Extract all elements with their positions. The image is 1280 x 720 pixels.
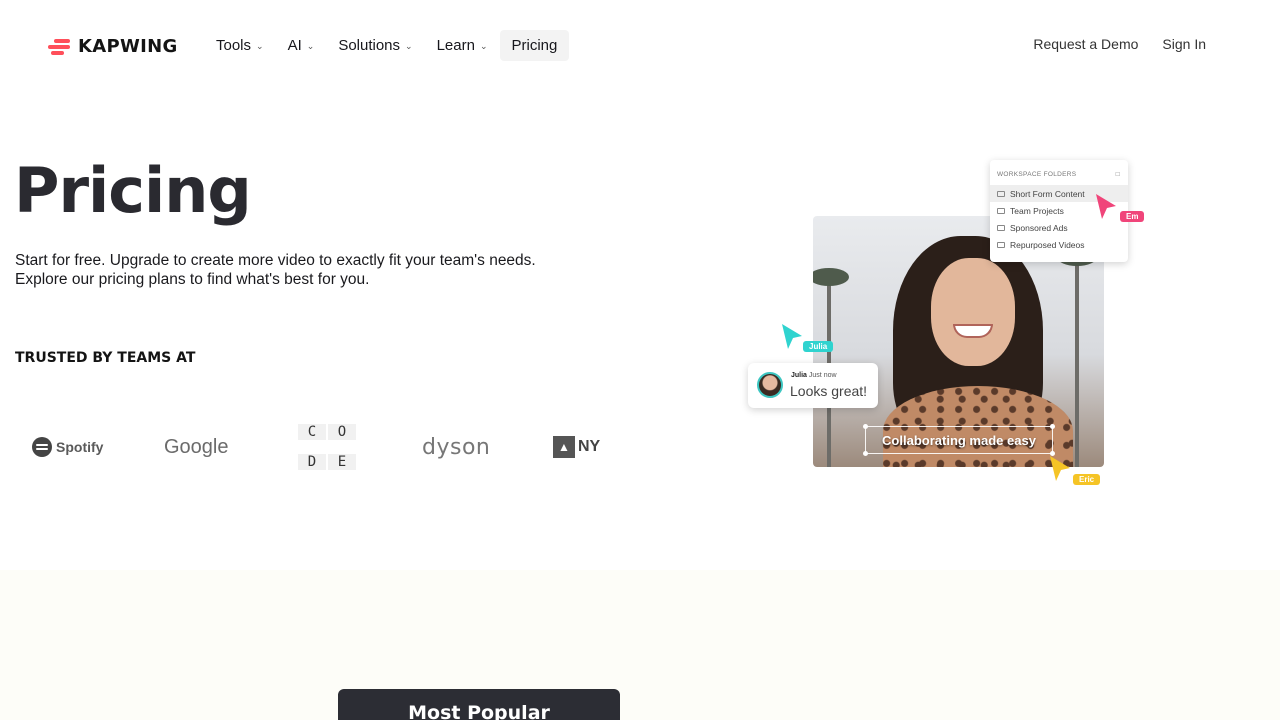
folder-icon bbox=[997, 241, 1005, 248]
pricing-plans-section bbox=[0, 570, 1280, 720]
nav-tools[interactable]: Tools ⌄ bbox=[204, 30, 276, 61]
request-demo-link[interactable]: Request a Demo bbox=[1033, 36, 1138, 52]
comment-text: Looks great! bbox=[790, 383, 868, 399]
customer-logo-strip: Spotify Google C O D E dyson ▲ NY bbox=[22, 412, 600, 482]
brand-name: KAPWING bbox=[78, 36, 178, 57]
folder-label: Sponsored Ads bbox=[1010, 222, 1068, 233]
folder-icon bbox=[997, 190, 1005, 197]
kapwing-logo-icon bbox=[48, 38, 70, 55]
hero-subtitle-line-1: Start for free. Upgrade to create more v… bbox=[15, 252, 536, 269]
palm-tree bbox=[1075, 257, 1079, 467]
comment-time: Just now bbox=[808, 372, 837, 379]
comment-meta: Julia Just now bbox=[791, 372, 837, 379]
spotify-icon bbox=[32, 437, 52, 457]
sign-in-link[interactable]: Sign In bbox=[1162, 36, 1206, 52]
code-org-logo: C O D E bbox=[298, 418, 356, 476]
google-logo: Google bbox=[164, 435, 229, 458]
nav-learn[interactable]: Learn ⌄ bbox=[425, 30, 500, 61]
new-folder-icon[interactable]: □ bbox=[1116, 171, 1120, 178]
folders-header: WORKSPACE FOLDERS □ bbox=[997, 171, 1120, 178]
comment-author: Julia bbox=[791, 372, 807, 379]
nav-solutions-label: Solutions bbox=[338, 37, 401, 54]
folder-label: Team Projects bbox=[1010, 205, 1064, 216]
nav-learn-label: Learn bbox=[436, 37, 475, 54]
chevron-down-icon: ⌄ bbox=[306, 41, 315, 51]
person-face bbox=[931, 258, 1015, 366]
resize-handle[interactable] bbox=[1050, 424, 1055, 429]
chevron-down-icon: ⌄ bbox=[405, 41, 413, 51]
cursor-em-tag: Em bbox=[1120, 211, 1145, 222]
kapwing-logo[interactable]: KAPWING bbox=[48, 36, 178, 57]
nyt-icon: ▲ bbox=[553, 436, 575, 458]
folders-title: WORKSPACE FOLDERS bbox=[997, 171, 1077, 178]
nav-ai[interactable]: AI ⌄ bbox=[276, 30, 327, 61]
hero-subtitle: Start for free. Upgrade to create more v… bbox=[15, 251, 615, 289]
trusted-by-heading: TRUSTED BY TEAMS AT bbox=[15, 350, 196, 366]
nyt-logo: ▲ NY bbox=[553, 412, 600, 482]
resize-handle[interactable] bbox=[863, 424, 868, 429]
folder-label: Repurposed Videos bbox=[1010, 239, 1085, 250]
comment-card: Julia Just now Looks great! bbox=[748, 363, 878, 408]
cursor-eric-icon bbox=[1050, 456, 1070, 481]
nav-pricing-label: Pricing bbox=[511, 37, 558, 54]
code-letter: C bbox=[298, 424, 326, 440]
spotify-wordmark: Spotify bbox=[56, 439, 104, 455]
cursor-julia-tag: Julia bbox=[803, 341, 834, 352]
nav-actions: Request a Demo Sign In bbox=[1033, 36, 1206, 52]
avatar bbox=[757, 372, 783, 398]
folder-icon bbox=[997, 224, 1005, 231]
code-letter: O bbox=[328, 424, 356, 440]
hero-subtitle-line-2: Explore our pricing plans to find what's… bbox=[15, 271, 370, 288]
top-navigation: KAPWING Tools ⌄ AI ⌄ Solutions ⌄ Learn ⌄… bbox=[0, 0, 1280, 90]
spotify-logo: Spotify bbox=[32, 412, 103, 482]
nav-pricing[interactable]: Pricing bbox=[499, 30, 570, 61]
nyt-wordmark: NY bbox=[578, 438, 600, 455]
page-title: Pricing bbox=[14, 154, 252, 227]
code-letter: E bbox=[328, 454, 356, 470]
chevron-down-icon: ⌄ bbox=[479, 41, 488, 51]
chevron-down-icon: ⌄ bbox=[256, 41, 264, 51]
main-menu: Tools ⌄ AI ⌄ Solutions ⌄ Learn ⌄ Pricing bbox=[204, 30, 570, 61]
folder-item[interactable]: Repurposed Videos bbox=[990, 236, 1128, 253]
nav-ai-label: AI bbox=[287, 37, 302, 54]
dyson-logo: dyson bbox=[422, 434, 491, 460]
caption-text: Collaborating made easy bbox=[882, 432, 1036, 448]
folder-label: Short Form Content bbox=[1010, 188, 1085, 199]
nav-solutions[interactable]: Solutions ⌄ bbox=[326, 30, 424, 61]
nav-tools-label: Tools bbox=[216, 37, 252, 54]
cursor-eric-tag: Eric bbox=[1073, 474, 1101, 485]
folder-icon bbox=[997, 207, 1005, 214]
caption-box[interactable]: Collaborating made easy bbox=[863, 424, 1055, 456]
most-popular-label: Most Popular bbox=[408, 702, 550, 720]
code-letter: D bbox=[298, 454, 326, 470]
resize-handle[interactable] bbox=[863, 451, 868, 456]
cursor-em-icon bbox=[1096, 194, 1116, 219]
most-popular-badge: Most Popular bbox=[338, 689, 620, 720]
